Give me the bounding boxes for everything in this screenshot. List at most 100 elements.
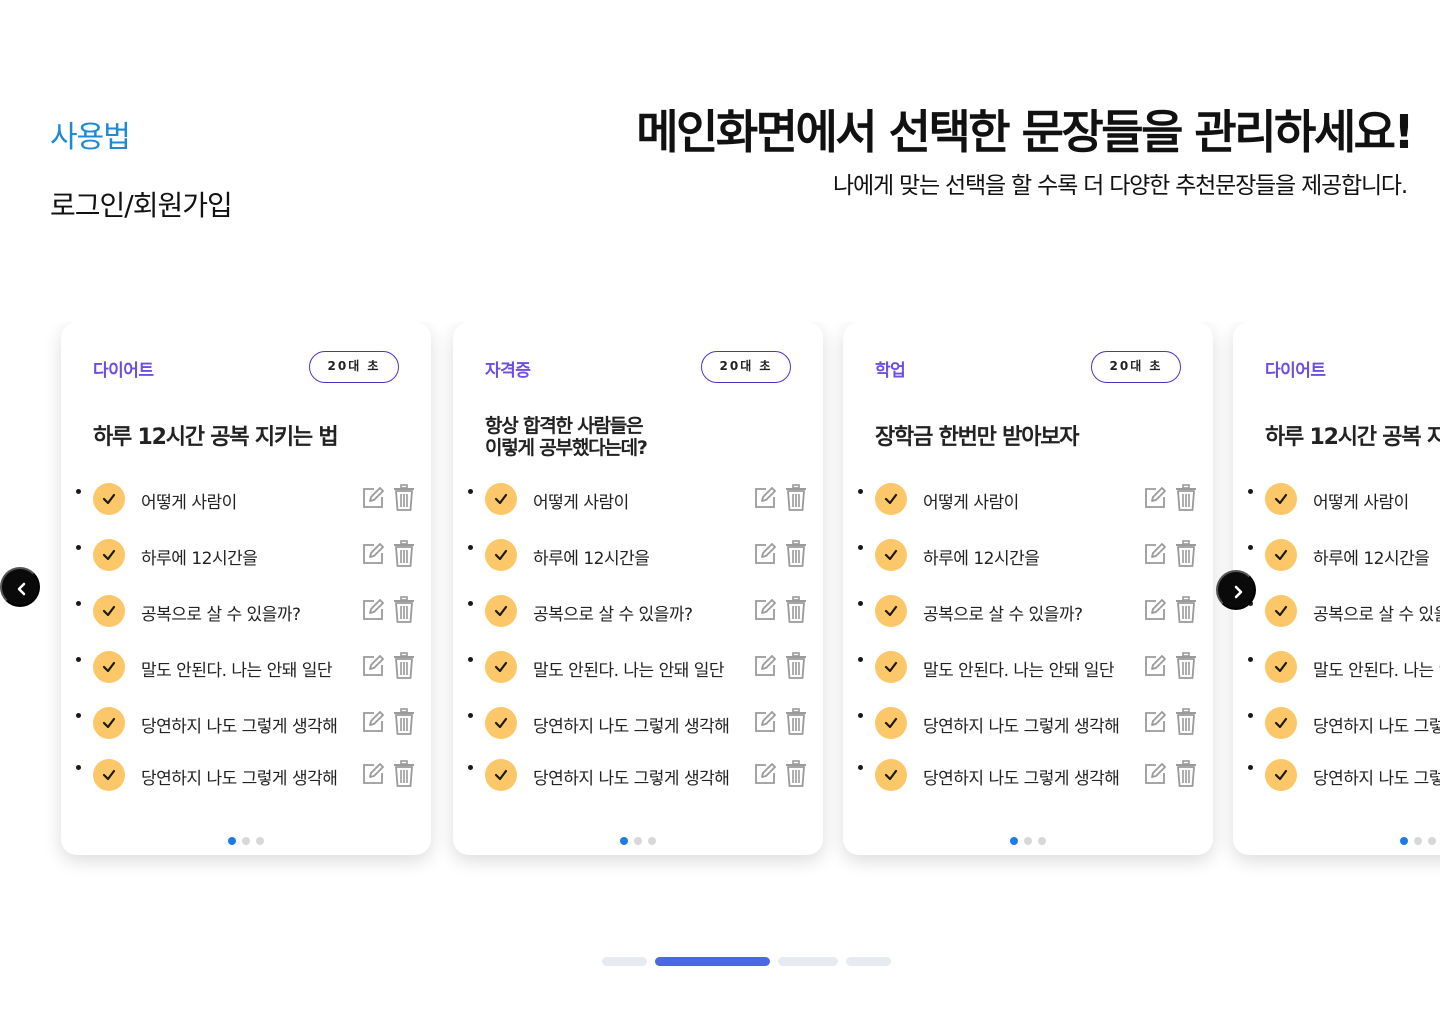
edit-icon[interactable] (753, 710, 777, 734)
trash-icon[interactable] (784, 760, 808, 788)
edit-icon[interactable] (1143, 710, 1167, 734)
check-icon[interactable] (485, 759, 517, 791)
page-dot[interactable] (620, 837, 628, 845)
check-icon[interactable] (93, 595, 125, 627)
edit-icon[interactable] (753, 486, 777, 510)
edit-icon[interactable] (1143, 542, 1167, 566)
sentence-card: 다이어트20대 초하루 12시간 공복 지키는 법어떻게 사람이하루에 12시간… (61, 322, 431, 855)
sentence-text: 공복으로 살 수 있을까? (141, 605, 301, 625)
sentence-item: 말도 안된다. 나는 안돼 일단 (485, 650, 815, 684)
check-icon[interactable] (1265, 707, 1297, 739)
check-icon[interactable] (1265, 539, 1297, 571)
check-icon[interactable] (875, 707, 907, 739)
check-icon[interactable] (485, 651, 517, 683)
sentence-card: 다이어트20대 초하루 12시간 공복 지키는 법어떻게 사람이하루에 12시간… (1233, 322, 1440, 855)
trash-icon[interactable] (784, 540, 808, 568)
trash-icon[interactable] (1174, 540, 1198, 568)
sentence-text: 말도 안된다. 나는 안돼 일단 (141, 661, 333, 681)
edit-icon[interactable] (361, 710, 385, 734)
check-icon[interactable] (485, 707, 517, 739)
page-dot[interactable] (1024, 837, 1032, 845)
check-icon[interactable] (485, 483, 517, 515)
edit-icon[interactable] (1143, 762, 1167, 786)
side-nav: 사용법 로그인/회원가입 (50, 112, 233, 224)
pager-bar[interactable] (846, 957, 891, 966)
check-icon[interactable] (1265, 651, 1297, 683)
hero-title: 메인화면에서 선택한 문장들을 관리하세요! (636, 105, 1414, 159)
trash-icon[interactable] (392, 760, 416, 788)
age-badge: 20대 초 (1091, 351, 1181, 383)
edit-icon[interactable] (1143, 598, 1167, 622)
trash-icon[interactable] (1174, 708, 1198, 736)
trash-icon[interactable] (1174, 760, 1198, 788)
check-icon[interactable] (485, 539, 517, 571)
edit-icon[interactable] (1143, 654, 1167, 678)
age-badge: 20대 초 (309, 351, 399, 383)
trash-icon[interactable] (784, 708, 808, 736)
sentence-item: 하루에 12시간을 (93, 538, 423, 572)
page-dot[interactable] (1010, 837, 1018, 845)
edit-icon[interactable] (361, 486, 385, 510)
edit-icon[interactable] (361, 654, 385, 678)
trash-icon[interactable] (784, 652, 808, 680)
trash-icon[interactable] (784, 484, 808, 512)
trash-icon[interactable] (1174, 652, 1198, 680)
trash-icon[interactable] (392, 596, 416, 624)
carousel-next-button[interactable] (1216, 570, 1256, 610)
card-page-dots (843, 837, 1213, 845)
check-icon[interactable] (93, 483, 125, 515)
trash-icon[interactable] (392, 484, 416, 512)
sentence-item: 공복으로 살 수 있을까? (93, 594, 423, 628)
check-icon[interactable] (875, 651, 907, 683)
usage-link[interactable]: 사용법 (50, 112, 232, 156)
pager-bar[interactable] (655, 957, 770, 966)
page-dot[interactable] (256, 837, 264, 845)
check-icon[interactable] (93, 539, 125, 571)
card-category: 자격증 (485, 361, 531, 381)
sentence-text: 하루에 12시간을 (141, 549, 258, 569)
check-icon[interactable] (93, 707, 125, 739)
pager-bar[interactable] (778, 957, 838, 966)
trash-icon[interactable] (784, 596, 808, 624)
sentence-text: 공복으로 살 수 있을까? (533, 605, 693, 625)
sentence-item: 당연하지 나도 그렇게 생각해 (1265, 706, 1440, 740)
edit-icon[interactable] (753, 654, 777, 678)
check-icon[interactable] (875, 759, 907, 791)
edit-icon[interactable] (1143, 486, 1167, 510)
login-signup-link[interactable]: 로그인/회원가입 (50, 184, 233, 224)
check-icon[interactable] (1265, 759, 1297, 791)
sentence-item: 하루에 12시간을 (1265, 538, 1440, 572)
page-dot[interactable] (228, 837, 236, 845)
sentence-text: 어떻게 사람이 (923, 493, 1019, 513)
page-dot[interactable] (634, 837, 642, 845)
edit-icon[interactable] (753, 762, 777, 786)
page-dot[interactable] (1038, 837, 1046, 845)
trash-icon[interactable] (392, 540, 416, 568)
trash-icon[interactable] (1174, 596, 1198, 624)
trash-icon[interactable] (1174, 484, 1198, 512)
check-icon[interactable] (93, 651, 125, 683)
edit-icon[interactable] (361, 762, 385, 786)
edit-icon[interactable] (753, 598, 777, 622)
check-icon[interactable] (1265, 483, 1297, 515)
page-dot[interactable] (1400, 837, 1408, 845)
page-dot[interactable] (648, 837, 656, 845)
check-icon[interactable] (1265, 595, 1297, 627)
carousel-prev-button[interactable] (0, 567, 40, 607)
card-category: 학업 (875, 361, 906, 381)
check-icon[interactable] (875, 595, 907, 627)
edit-icon[interactable] (361, 598, 385, 622)
check-icon[interactable] (93, 759, 125, 791)
check-icon[interactable] (485, 595, 517, 627)
page-dot[interactable] (1414, 837, 1422, 845)
pager-bar[interactable] (602, 957, 647, 966)
trash-icon[interactable] (392, 652, 416, 680)
page-dot[interactable] (1428, 837, 1436, 845)
edit-icon[interactable] (753, 542, 777, 566)
sentence-text: 당연하지 나도 그렇게 생각해 (533, 769, 730, 789)
check-icon[interactable] (875, 539, 907, 571)
page-dot[interactable] (242, 837, 250, 845)
edit-icon[interactable] (361, 542, 385, 566)
check-icon[interactable] (875, 483, 907, 515)
trash-icon[interactable] (392, 708, 416, 736)
